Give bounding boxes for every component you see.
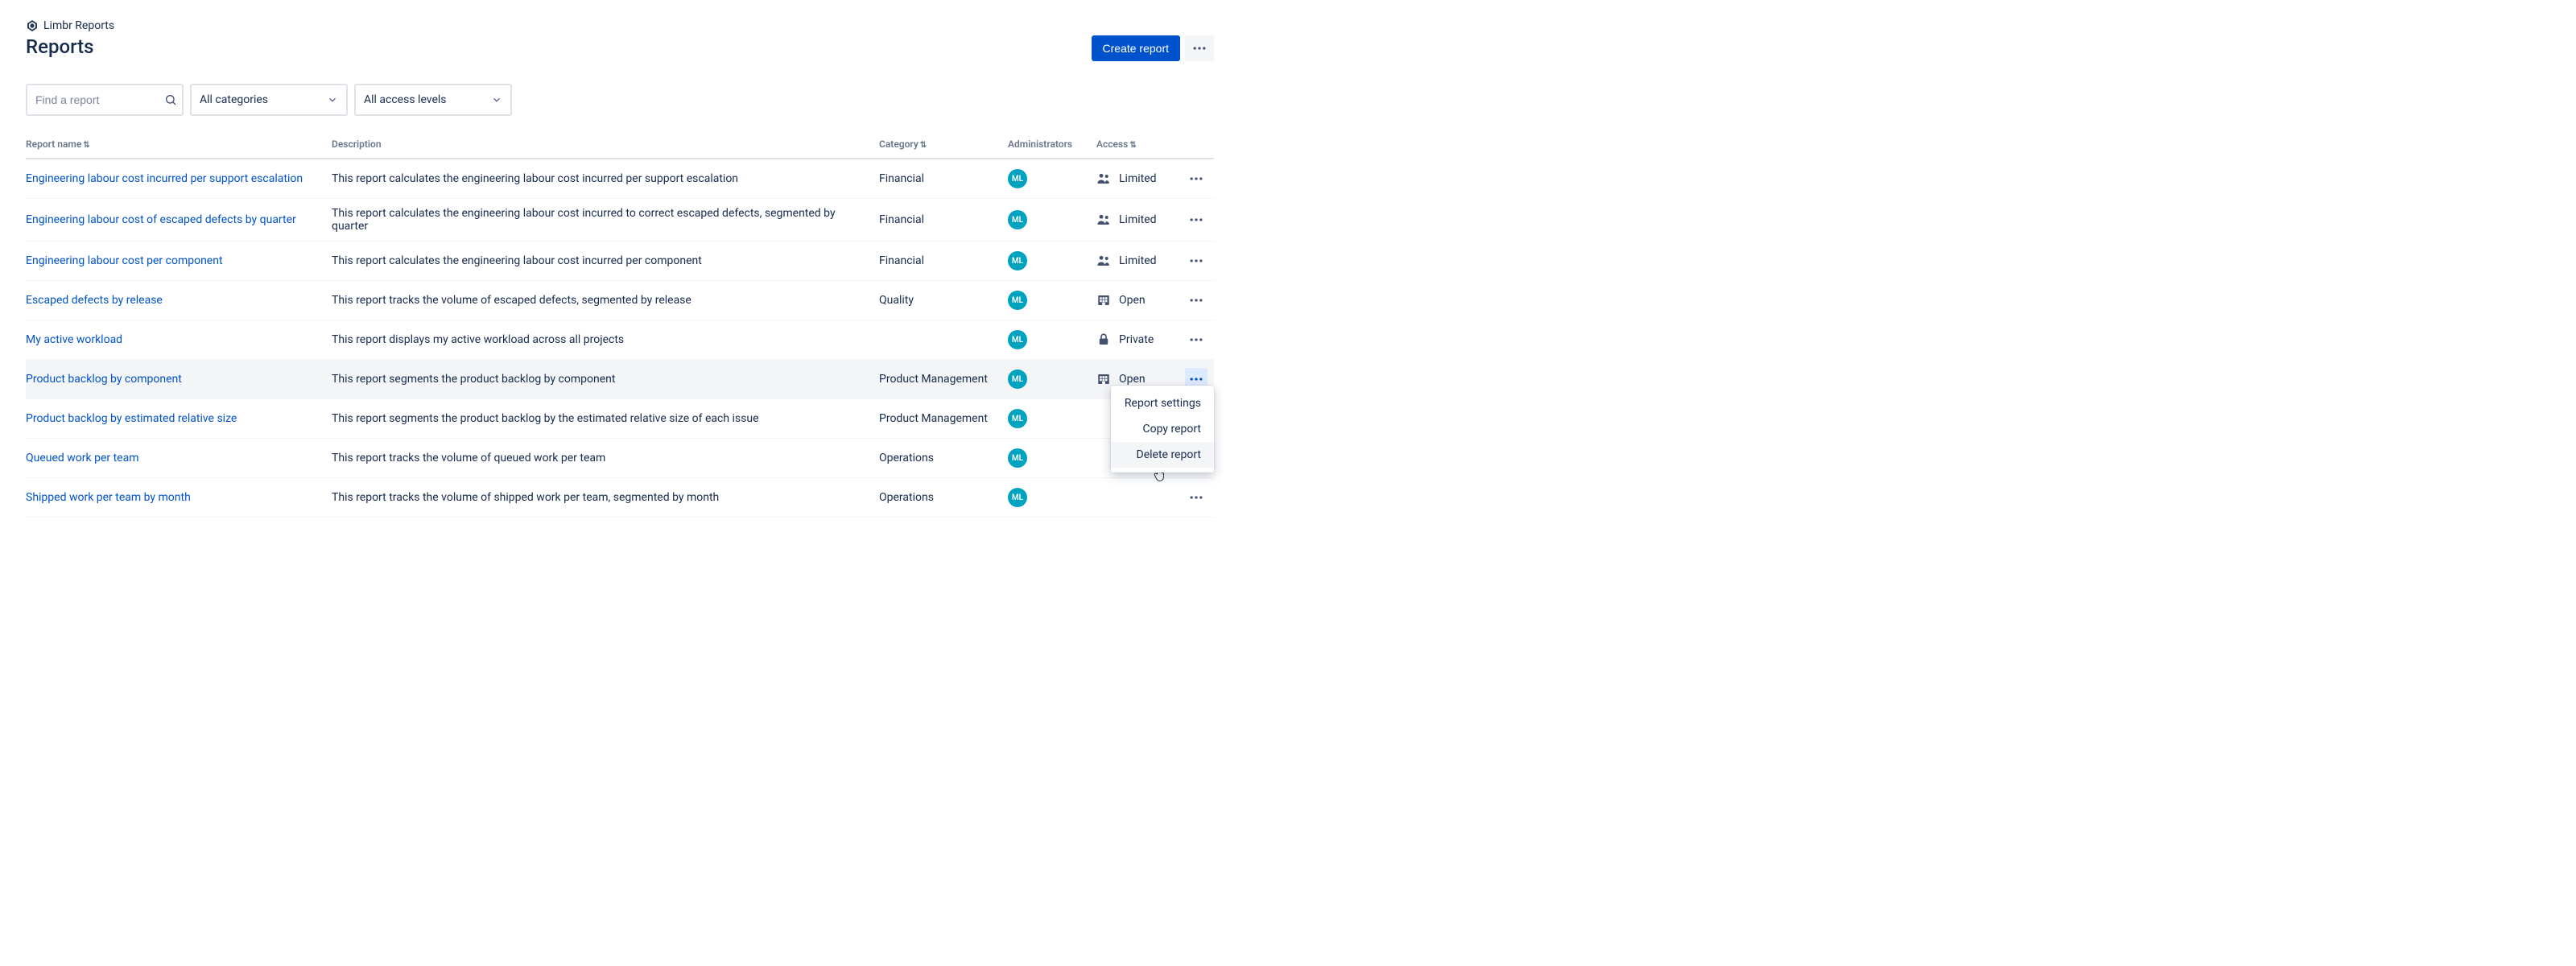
report-category: Financial [879, 159, 1008, 199]
report-category: Product Management [879, 360, 1008, 399]
row-more-actions-button[interactable] [1185, 208, 1208, 231]
breadcrumb-text[interactable]: Limbr Reports [43, 19, 114, 32]
dots-horizontal-icon [1188, 253, 1204, 269]
avatar[interactable]: ML [1008, 369, 1027, 389]
report-name-link[interactable]: Product backlog by estimated relative si… [26, 412, 237, 425]
access-filter-select[interactable]: All access levels [354, 84, 512, 116]
create-report-button[interactable]: Create report [1092, 35, 1180, 61]
table-row: Engineering labour cost incurred per sup… [26, 159, 1214, 199]
avatar[interactable]: ML [1008, 169, 1027, 188]
row-more-actions-button[interactable] [1185, 486, 1208, 509]
avatar[interactable]: ML [1008, 210, 1027, 229]
report-name-link[interactable]: Engineering labour cost incurred per sup… [26, 172, 303, 185]
app-logo-icon [26, 19, 39, 32]
limited-icon [1096, 213, 1111, 227]
report-description: This report tracks the volume of escaped… [332, 281, 879, 320]
search-icon [164, 93, 177, 106]
report-description: This report tracks the volume of shipped… [332, 478, 879, 518]
report-category: Financial [879, 242, 1008, 281]
col-header-access[interactable]: Access⇅ [1096, 134, 1185, 159]
open-icon [1096, 293, 1111, 308]
access-label: Limited [1119, 172, 1157, 185]
open-icon [1096, 372, 1111, 386]
search-input[interactable] [26, 84, 184, 116]
table-row: Engineering labour cost per component Thi… [26, 242, 1214, 281]
avatar[interactable]: ML [1008, 251, 1027, 270]
report-name-link[interactable]: Escaped defects by release [26, 294, 163, 307]
report-name-link[interactable]: Shipped work per team by month [26, 491, 191, 504]
breadcrumb: Limbr Reports [26, 19, 1214, 32]
col-header-administrators: Administrators [1008, 134, 1096, 159]
report-description: This report calculates the engineering l… [332, 242, 879, 281]
avatar[interactable]: ML [1008, 291, 1027, 310]
menu-item-report-settings[interactable]: Report settings [1111, 390, 1214, 416]
sort-icon: ⇅ [920, 141, 927, 150]
dots-horizontal-icon [1188, 332, 1204, 348]
col-header-name[interactable]: Report name⇅ [26, 134, 332, 159]
report-description: This report calculates the engineering l… [332, 199, 879, 242]
report-description: This report segments the product backlog… [332, 360, 879, 399]
table-row: My active workload This report displays m… [26, 320, 1214, 360]
access-label: Limited [1119, 213, 1157, 226]
private-icon [1096, 332, 1111, 347]
dots-horizontal-icon [1188, 212, 1204, 228]
report-description: This report displays my active workload … [332, 320, 879, 360]
access-label: Private [1119, 333, 1154, 346]
category-filter-select[interactable]: All categories [190, 84, 348, 116]
report-category: Quality [879, 281, 1008, 320]
limited-icon [1096, 254, 1111, 268]
report-name-link[interactable]: Engineering labour cost of escaped defec… [26, 213, 296, 226]
sort-icon: ⇅ [83, 141, 89, 150]
dots-horizontal-icon [1188, 489, 1204, 506]
chevron-down-icon [491, 94, 502, 105]
table-row: Escaped defects by release This report tr… [26, 281, 1214, 320]
report-description: This report segments the product backlog… [332, 399, 879, 439]
row-actions-menu: Report settingsCopy reportDelete report [1111, 386, 1214, 473]
table-row: Shipped work per team by month This repor… [26, 478, 1214, 518]
report-name-link[interactable]: Engineering labour cost per component [26, 254, 223, 267]
dots-horizontal-icon [1188, 371, 1204, 387]
access-label: Open [1119, 373, 1146, 386]
menu-item-delete-report[interactable]: Delete report [1111, 442, 1214, 468]
table-row: Product backlog by estimated relative si… [26, 399, 1214, 439]
avatar[interactable]: ML [1008, 330, 1027, 349]
report-category: Product Management [879, 399, 1008, 439]
report-name-link[interactable]: My active workload [26, 333, 122, 346]
chevron-down-icon [327, 94, 338, 105]
access-label: Open [1119, 294, 1146, 307]
access-label: Limited [1119, 254, 1157, 267]
report-category: Operations [879, 478, 1008, 518]
report-category: Operations [879, 439, 1008, 478]
report-description: This report tracks the volume of queued … [332, 439, 879, 478]
report-name-link[interactable]: Queued work per team [26, 452, 139, 464]
report-category: Financial [879, 199, 1008, 242]
limited-icon [1096, 171, 1111, 186]
dots-horizontal-icon [1188, 171, 1204, 187]
row-more-actions-button[interactable] [1185, 328, 1208, 351]
report-description: This report calculates the engineering l… [332, 159, 879, 199]
dots-horizontal-icon [1188, 292, 1204, 308]
report-name-link[interactable]: Product backlog by component [26, 373, 182, 386]
table-row: Queued work per team This report tracks t… [26, 439, 1214, 478]
avatar[interactable]: ML [1008, 409, 1027, 428]
page-title: Reports [26, 35, 93, 58]
reports-table: Report name⇅ Description Category⇅ Admin… [26, 134, 1214, 518]
col-header-description: Description [332, 134, 879, 159]
access-filter-label: All access levels [364, 93, 447, 106]
row-more-actions-button[interactable] [1185, 167, 1208, 190]
table-row: Engineering labour cost of escaped defec… [26, 199, 1214, 242]
row-more-actions-button[interactable] [1185, 289, 1208, 312]
report-category [879, 320, 1008, 360]
category-filter-label: All categories [200, 93, 268, 106]
table-row: Product backlog by component This report … [26, 360, 1214, 399]
page-more-actions-button[interactable] [1185, 35, 1214, 61]
avatar[interactable]: ML [1008, 488, 1027, 507]
dots-horizontal-icon [1191, 40, 1208, 56]
sort-icon: ⇅ [1129, 141, 1136, 150]
col-header-category[interactable]: Category⇅ [879, 134, 1008, 159]
avatar[interactable]: ML [1008, 448, 1027, 468]
menu-item-copy-report[interactable]: Copy report [1111, 416, 1214, 442]
row-more-actions-button[interactable] [1185, 250, 1208, 272]
